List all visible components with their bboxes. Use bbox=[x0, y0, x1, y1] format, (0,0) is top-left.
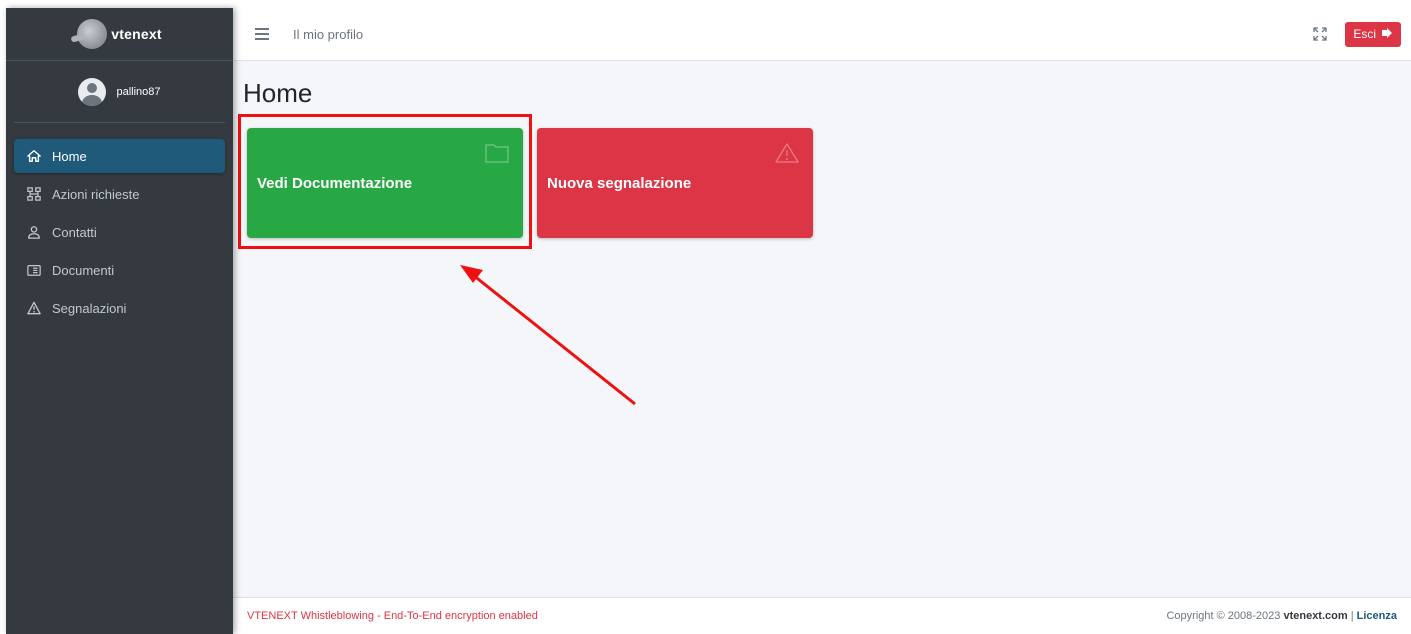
username: pallino87 bbox=[116, 85, 161, 98]
user-icon bbox=[26, 224, 42, 240]
top-navbar: Il mio profilo Esci bbox=[233, 8, 1411, 61]
avatar bbox=[78, 77, 107, 106]
fullscreen-icon[interactable] bbox=[1313, 27, 1327, 41]
sidebar-item-home[interactable]: Home bbox=[14, 139, 225, 173]
sidebar-item-azioni-richieste[interactable]: Azioni richieste bbox=[14, 177, 225, 211]
sidebar-item-label: Segnalazioni bbox=[52, 300, 127, 316]
folder-doc-icon bbox=[26, 262, 42, 278]
sidebar-item-label: Documenti bbox=[52, 262, 115, 278]
sidebar-nav: Home Azioni richieste Contatti Documenti bbox=[6, 123, 233, 325]
footer-encryption-note: VTENEXT Whistleblowing - End-To-End encr… bbox=[247, 610, 538, 622]
sidebar-item-segnalazioni[interactable]: Segnalazioni bbox=[14, 291, 225, 325]
footer-copyright: Copyright © 2008-2023 vtenext.com | Lice… bbox=[1166, 610, 1397, 622]
sign-out-icon bbox=[1381, 27, 1393, 42]
copyright-text: Copyright © 2008-2023 bbox=[1166, 610, 1281, 622]
brand-logo bbox=[77, 19, 108, 49]
page-title: Home bbox=[243, 78, 313, 108]
warning-icon bbox=[775, 142, 799, 164]
nuova-segnalazione-card[interactable]: Nuova segnalazione bbox=[537, 128, 813, 238]
sitemap-icon bbox=[26, 186, 42, 202]
brand[interactable]: vtenext bbox=[6, 8, 233, 61]
hamburger-menu-icon[interactable] bbox=[255, 28, 269, 40]
sidebar-item-documenti[interactable]: Documenti bbox=[14, 253, 225, 287]
home-icon bbox=[26, 148, 42, 164]
brand-name: vtenext bbox=[111, 26, 162, 42]
logout-label: Esci bbox=[1353, 27, 1376, 41]
header-actions: Esci bbox=[1313, 21, 1401, 47]
logout-button[interactable]: Esci bbox=[1345, 21, 1401, 47]
app-window: vtenext pallino87 Home Azioni richieste bbox=[6, 8, 1411, 634]
profile-link[interactable]: Il mio profilo bbox=[293, 27, 363, 42]
sidebar-item-contatti[interactable]: Contatti bbox=[14, 215, 225, 249]
card-title: Vedi Documentazione bbox=[257, 175, 413, 192]
card-title: Nuova segnalazione bbox=[547, 175, 692, 192]
footer-separator: | bbox=[1350, 610, 1354, 622]
sidebar-item-label: Home bbox=[52, 148, 87, 164]
sidebar-item-label: Azioni richieste bbox=[52, 186, 140, 202]
folder-icon bbox=[485, 142, 509, 164]
footer: VTENEXT Whistleblowing - End-To-End encr… bbox=[233, 597, 1411, 634]
sidebar: vtenext pallino87 Home Azioni richieste bbox=[6, 8, 233, 634]
warning-icon bbox=[26, 300, 42, 316]
main-content: Home Vedi Documentazione Nuova segnalazi… bbox=[233, 61, 1411, 597]
license-link[interactable]: Licenza bbox=[1357, 610, 1397, 622]
sidebar-item-label: Contatti bbox=[52, 224, 97, 240]
user-panel[interactable]: pallino87 bbox=[14, 61, 225, 123]
vedi-documentazione-card[interactable]: Vedi Documentazione bbox=[247, 128, 523, 238]
vtenext-site-link[interactable]: vtenext.com bbox=[1283, 610, 1347, 622]
